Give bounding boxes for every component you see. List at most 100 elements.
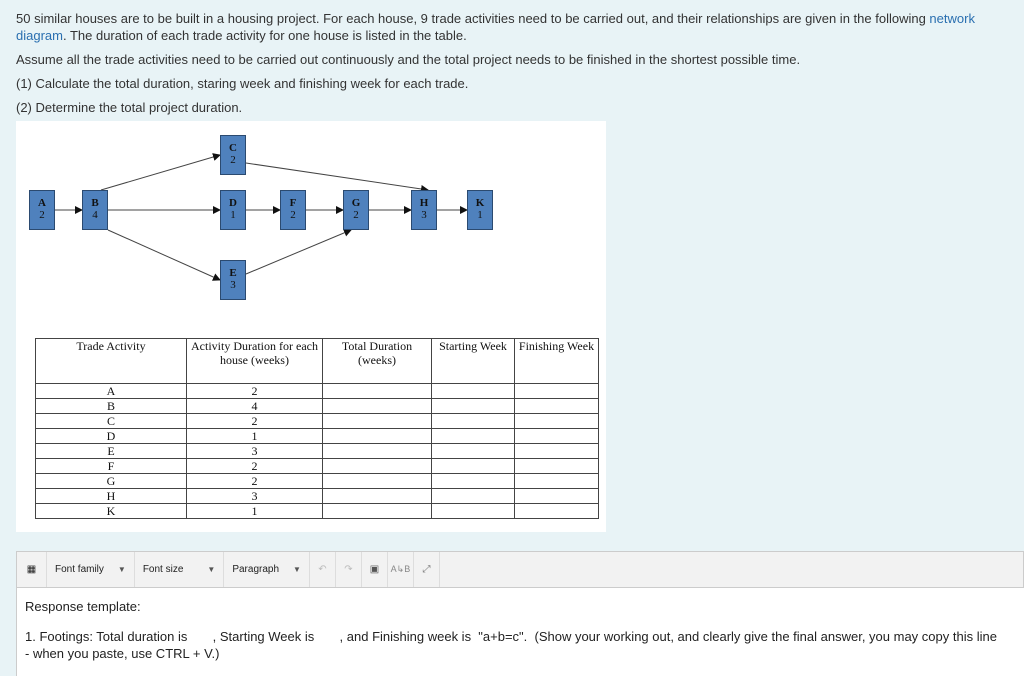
table-cell: 3: [186, 443, 323, 459]
node-g: G2: [343, 190, 369, 230]
empty-cell: [514, 488, 599, 504]
chevron-down-icon: ▼: [117, 565, 126, 574]
node-label: K: [475, 197, 485, 209]
column-header: Trade Activity: [35, 338, 187, 384]
empty-cell: [322, 488, 432, 504]
assumption-text: Assume all the trade activities need to …: [16, 52, 801, 67]
column-header: Starting Week: [431, 338, 515, 384]
node-duration: 1: [230, 209, 236, 221]
table-row: F2: [35, 458, 599, 474]
empty-cell: [322, 458, 432, 474]
table-cell: C: [35, 413, 187, 429]
empty-cell: [322, 398, 432, 414]
node-f: F2: [280, 190, 306, 230]
chevron-down-icon: ▼: [293, 565, 301, 574]
table-cell: 1: [186, 428, 323, 444]
diagram-link[interactable]: diagram: [16, 28, 63, 43]
question-1: (1) Calculate the total duration, starin…: [16, 76, 469, 91]
table-cell: 1: [186, 503, 323, 519]
editor-line-1: Response template:: [25, 599, 141, 614]
font-size-select[interactable]: Font size ▼: [135, 552, 225, 587]
empty-cell: [514, 398, 599, 414]
node-duration: 2: [39, 209, 45, 221]
empty-cell: [322, 473, 432, 489]
empty-cell: [322, 443, 432, 459]
paragraph-select[interactable]: Paragraph ▼: [224, 552, 310, 587]
empty-cell: [322, 503, 432, 519]
editor-toolbar: ▦ Font family ▼ Font size ▼ Paragraph ▼ ↶ ↷…: [16, 551, 1024, 588]
edge-b-e: [107, 229, 221, 281]
empty-cell: [514, 413, 599, 429]
node-label: B: [91, 197, 99, 209]
node-label: F: [289, 197, 297, 209]
table-cell: 2: [186, 473, 323, 489]
node-k: K1: [467, 190, 493, 230]
table-cell: B: [35, 398, 187, 414]
node-label: H: [419, 197, 429, 209]
edge-c-h: [245, 162, 429, 193]
node-duration: 2: [290, 209, 296, 221]
editor-line-3: - when you paste, use CTRL + V.): [25, 646, 220, 661]
find-icon[interactable]: ▣: [362, 552, 388, 587]
chevron-down-icon: ▼: [207, 565, 216, 574]
table-cell: E: [35, 443, 187, 459]
node-d: D1: [220, 190, 246, 230]
node-duration: 3: [230, 279, 236, 291]
table-row: G2: [35, 473, 599, 489]
empty-cell: [431, 503, 515, 519]
node-duration: 1: [477, 209, 483, 221]
node-e: E3: [220, 260, 246, 300]
empty-cell: [431, 458, 515, 474]
empty-cell: [431, 413, 515, 429]
response-editor[interactable]: Response template: 1. Footings: Total du…: [16, 588, 1024, 676]
empty-cell: [431, 488, 515, 504]
table-cell: K: [35, 503, 187, 519]
node-label: D: [229, 197, 237, 209]
empty-cell: [322, 428, 432, 444]
empty-cell: [431, 443, 515, 459]
fullscreen-icon[interactable]: ⤢: [414, 552, 440, 587]
node-label: E: [229, 267, 237, 279]
table-cell: 2: [186, 413, 323, 429]
table-row: E3: [35, 443, 599, 459]
table-cell: 4: [186, 398, 323, 414]
empty-cell: [431, 383, 515, 399]
empty-cell: [514, 428, 599, 444]
editor-line-2: 1. Footings: Total duration is , Startin…: [25, 629, 997, 644]
table-row: B4: [35, 398, 599, 414]
table-cell: G: [35, 473, 187, 489]
table-row: A2: [35, 383, 599, 399]
table-cell: D: [35, 428, 187, 444]
node-h: H3: [411, 190, 437, 230]
table-cell: 2: [186, 383, 323, 399]
node-label: A: [38, 197, 46, 209]
empty-cell: [514, 458, 599, 474]
empty-cell: [514, 503, 599, 519]
node-c: C2: [220, 135, 246, 175]
node-duration: 3: [421, 209, 427, 221]
node-duration: 2: [230, 154, 236, 166]
empty-cell: [431, 398, 515, 414]
empty-cell: [514, 383, 599, 399]
node-a: A2: [29, 190, 55, 230]
toolbar-toggle-icon[interactable]: ▦: [17, 552, 47, 587]
empty-cell: [322, 413, 432, 429]
empty-cell: [514, 443, 599, 459]
table-row: H3: [35, 488, 599, 504]
table-row: D1: [35, 428, 599, 444]
node-label: G: [351, 197, 361, 209]
table-cell: 3: [186, 488, 323, 504]
font-family-select[interactable]: Font family ▼: [47, 552, 135, 587]
empty-cell: [322, 383, 432, 399]
empty-cell: [431, 473, 515, 489]
table-row: K1: [35, 503, 599, 519]
network-link[interactable]: network: [929, 11, 975, 26]
spellcheck-icon[interactable]: A↳B: [388, 552, 414, 587]
empty-cell: [431, 428, 515, 444]
edge-b-c: [100, 153, 221, 191]
redo-icon[interactable]: ↷: [336, 552, 362, 587]
table-cell: 2: [186, 458, 323, 474]
question-2: (2) Determine the total project duration…: [16, 100, 243, 115]
table-row: C2: [35, 413, 599, 429]
undo-icon[interactable]: ↶: [310, 552, 336, 587]
